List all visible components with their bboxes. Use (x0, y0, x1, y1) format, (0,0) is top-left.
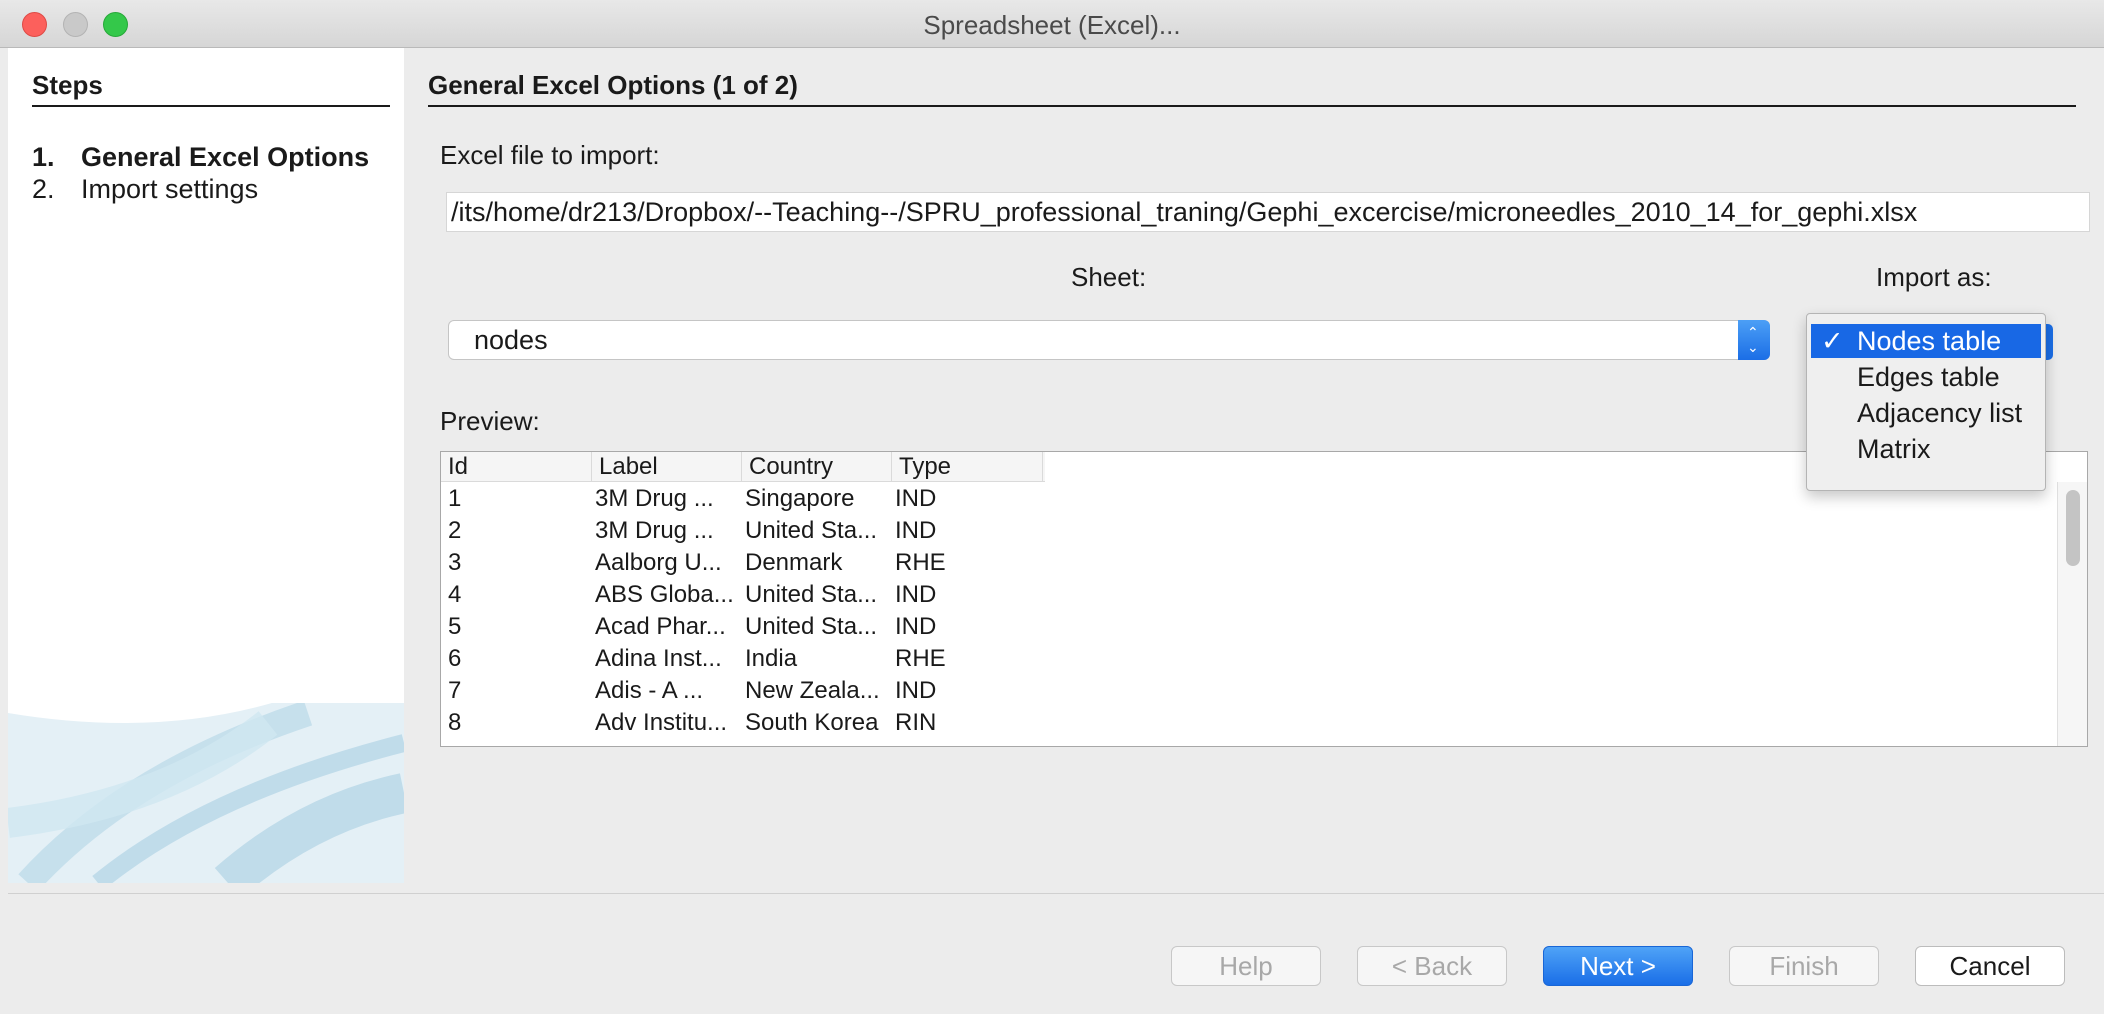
cell-label: 3M Drug ... (595, 517, 714, 544)
sheet-select[interactable]: nodes ⌃ ⌄ (448, 320, 1770, 360)
cell-label: ABS Globa... (595, 581, 734, 608)
table-row: 7 Adis - A ... New Zeala... IND (441, 675, 2041, 707)
import-as-select-edge[interactable] (2046, 324, 2053, 360)
footer-divider (8, 893, 2104, 894)
title-bar: Spreadsheet (Excel)... (0, 0, 2104, 48)
preview-label: Preview: (440, 406, 540, 436)
cancel-button[interactable]: Cancel (1915, 946, 2065, 986)
preview-scrollbar[interactable] (2057, 482, 2087, 746)
file-label: Excel file to import: (440, 140, 660, 170)
cell-type: IND (895, 677, 937, 704)
table-row: 4 ABS Globa... United Sta... IND (441, 579, 2041, 611)
option-edges-table[interactable]: Edges table (1811, 360, 2041, 394)
checkmark-icon: ✓ (1821, 326, 1844, 356)
cell-type: RIN (895, 709, 937, 736)
step-number: 2. (32, 174, 55, 204)
column-header-country[interactable]: Country (742, 452, 892, 482)
step-label: Import settings (81, 174, 259, 204)
cell-type: IND (895, 485, 937, 512)
option-label: Nodes table (1857, 326, 2002, 356)
cell-id: 1 (448, 485, 462, 512)
cell-type: IND (895, 581, 937, 608)
step-number: 1. (32, 142, 55, 172)
table-row: 6 Adina Inst... India RHE (441, 643, 2041, 675)
cell-id: 6 (448, 645, 462, 672)
cell-label: Adina Inst... (595, 645, 722, 672)
file-path-field[interactable]: /its/home/dr213/Dropbox/--Teaching--/SPR… (446, 192, 2090, 232)
cell-id: 2 (448, 517, 462, 544)
cell-label: Acad Phar... (595, 613, 726, 640)
cell-country: Denmark (745, 549, 843, 576)
import-as-dropdown: ✓ Nodes table Edges table Adjacency list… (1806, 313, 2046, 491)
cell-country: United Sta... (745, 613, 878, 640)
cell-label: Adis - A ... (595, 677, 704, 704)
cell-type: RHE (895, 645, 946, 672)
sheet-label: Sheet: (1071, 262, 1147, 292)
option-adjacency-list[interactable]: Adjacency list (1811, 396, 2041, 430)
column-header-label[interactable]: Label (592, 452, 742, 482)
step-import-settings: 2. Import settings (32, 174, 258, 205)
cell-label: 3M Drug ... (595, 485, 714, 512)
back-button[interactable]: < Back (1357, 946, 1507, 986)
cell-id: 5 (448, 613, 462, 640)
table-row: 5 Acad Phar... United Sta... IND (441, 611, 2041, 643)
table-row: 8 Adv Institu... South Korea RIN (441, 707, 2041, 739)
cell-country: India (745, 645, 798, 672)
cell-id: 8 (448, 709, 462, 736)
steps-panel: Steps 1. General Excel Options 2. Import s… (8, 48, 404, 883)
cell-id: 4 (448, 581, 462, 608)
preview-table: Id Label Country Type 1 3M Drug ... Sing… (440, 451, 2088, 747)
option-label: Matrix (1857, 434, 1931, 464)
option-matrix[interactable]: Matrix (1811, 432, 2041, 466)
column-header-id[interactable]: Id (441, 452, 592, 482)
window-title: Spreadsheet (Excel)... (923, 10, 1181, 40)
table-header: Id Label Country Type (441, 452, 1045, 482)
column-header-type[interactable]: Type (892, 452, 1043, 482)
cell-country: United Sta... (745, 581, 878, 608)
cell-type: RHE (895, 549, 946, 576)
cell-id: 7 (448, 677, 462, 704)
cell-label: Aalborg U... (595, 549, 722, 576)
wizard-decoration (8, 703, 404, 883)
sheet-select-value: nodes (474, 325, 548, 355)
option-label: Adjacency list (1857, 398, 2023, 428)
steps-heading: Steps (32, 70, 390, 107)
cell-country: New Zeala... (745, 677, 880, 704)
table-row: 2 3M Drug ... United Sta... IND (441, 515, 2041, 547)
option-label: Edges table (1857, 362, 2000, 392)
table-row: 3 Aalborg U... Denmark RHE (441, 547, 2041, 579)
option-nodes-table[interactable]: ✓ Nodes table (1811, 324, 2041, 358)
cell-country: Singapore (745, 485, 855, 512)
import-as-label: Import as: (1876, 262, 1992, 292)
section-heading: General Excel Options (1 of 2) (428, 70, 2076, 107)
cell-country: United Sta... (745, 517, 878, 544)
table-row: 1 3M Drug ... Singapore IND (441, 483, 2041, 515)
finish-button[interactable]: Finish (1729, 946, 1879, 986)
step-label: General Excel Options (81, 142, 370, 172)
help-button[interactable]: Help (1171, 946, 1321, 986)
cell-label: Adv Institu... (595, 709, 728, 736)
cell-country: South Korea (745, 709, 879, 736)
cell-id: 3 (448, 549, 462, 576)
next-button[interactable]: Next > (1543, 946, 1693, 986)
cell-type: IND (895, 517, 937, 544)
cell-type: IND (895, 613, 937, 640)
chevron-updown-icon[interactable]: ⌃ ⌄ (1738, 320, 1770, 360)
scrollbar-thumb[interactable] (2066, 490, 2080, 566)
step-general-excel-options: 1. General Excel Options (32, 142, 369, 173)
